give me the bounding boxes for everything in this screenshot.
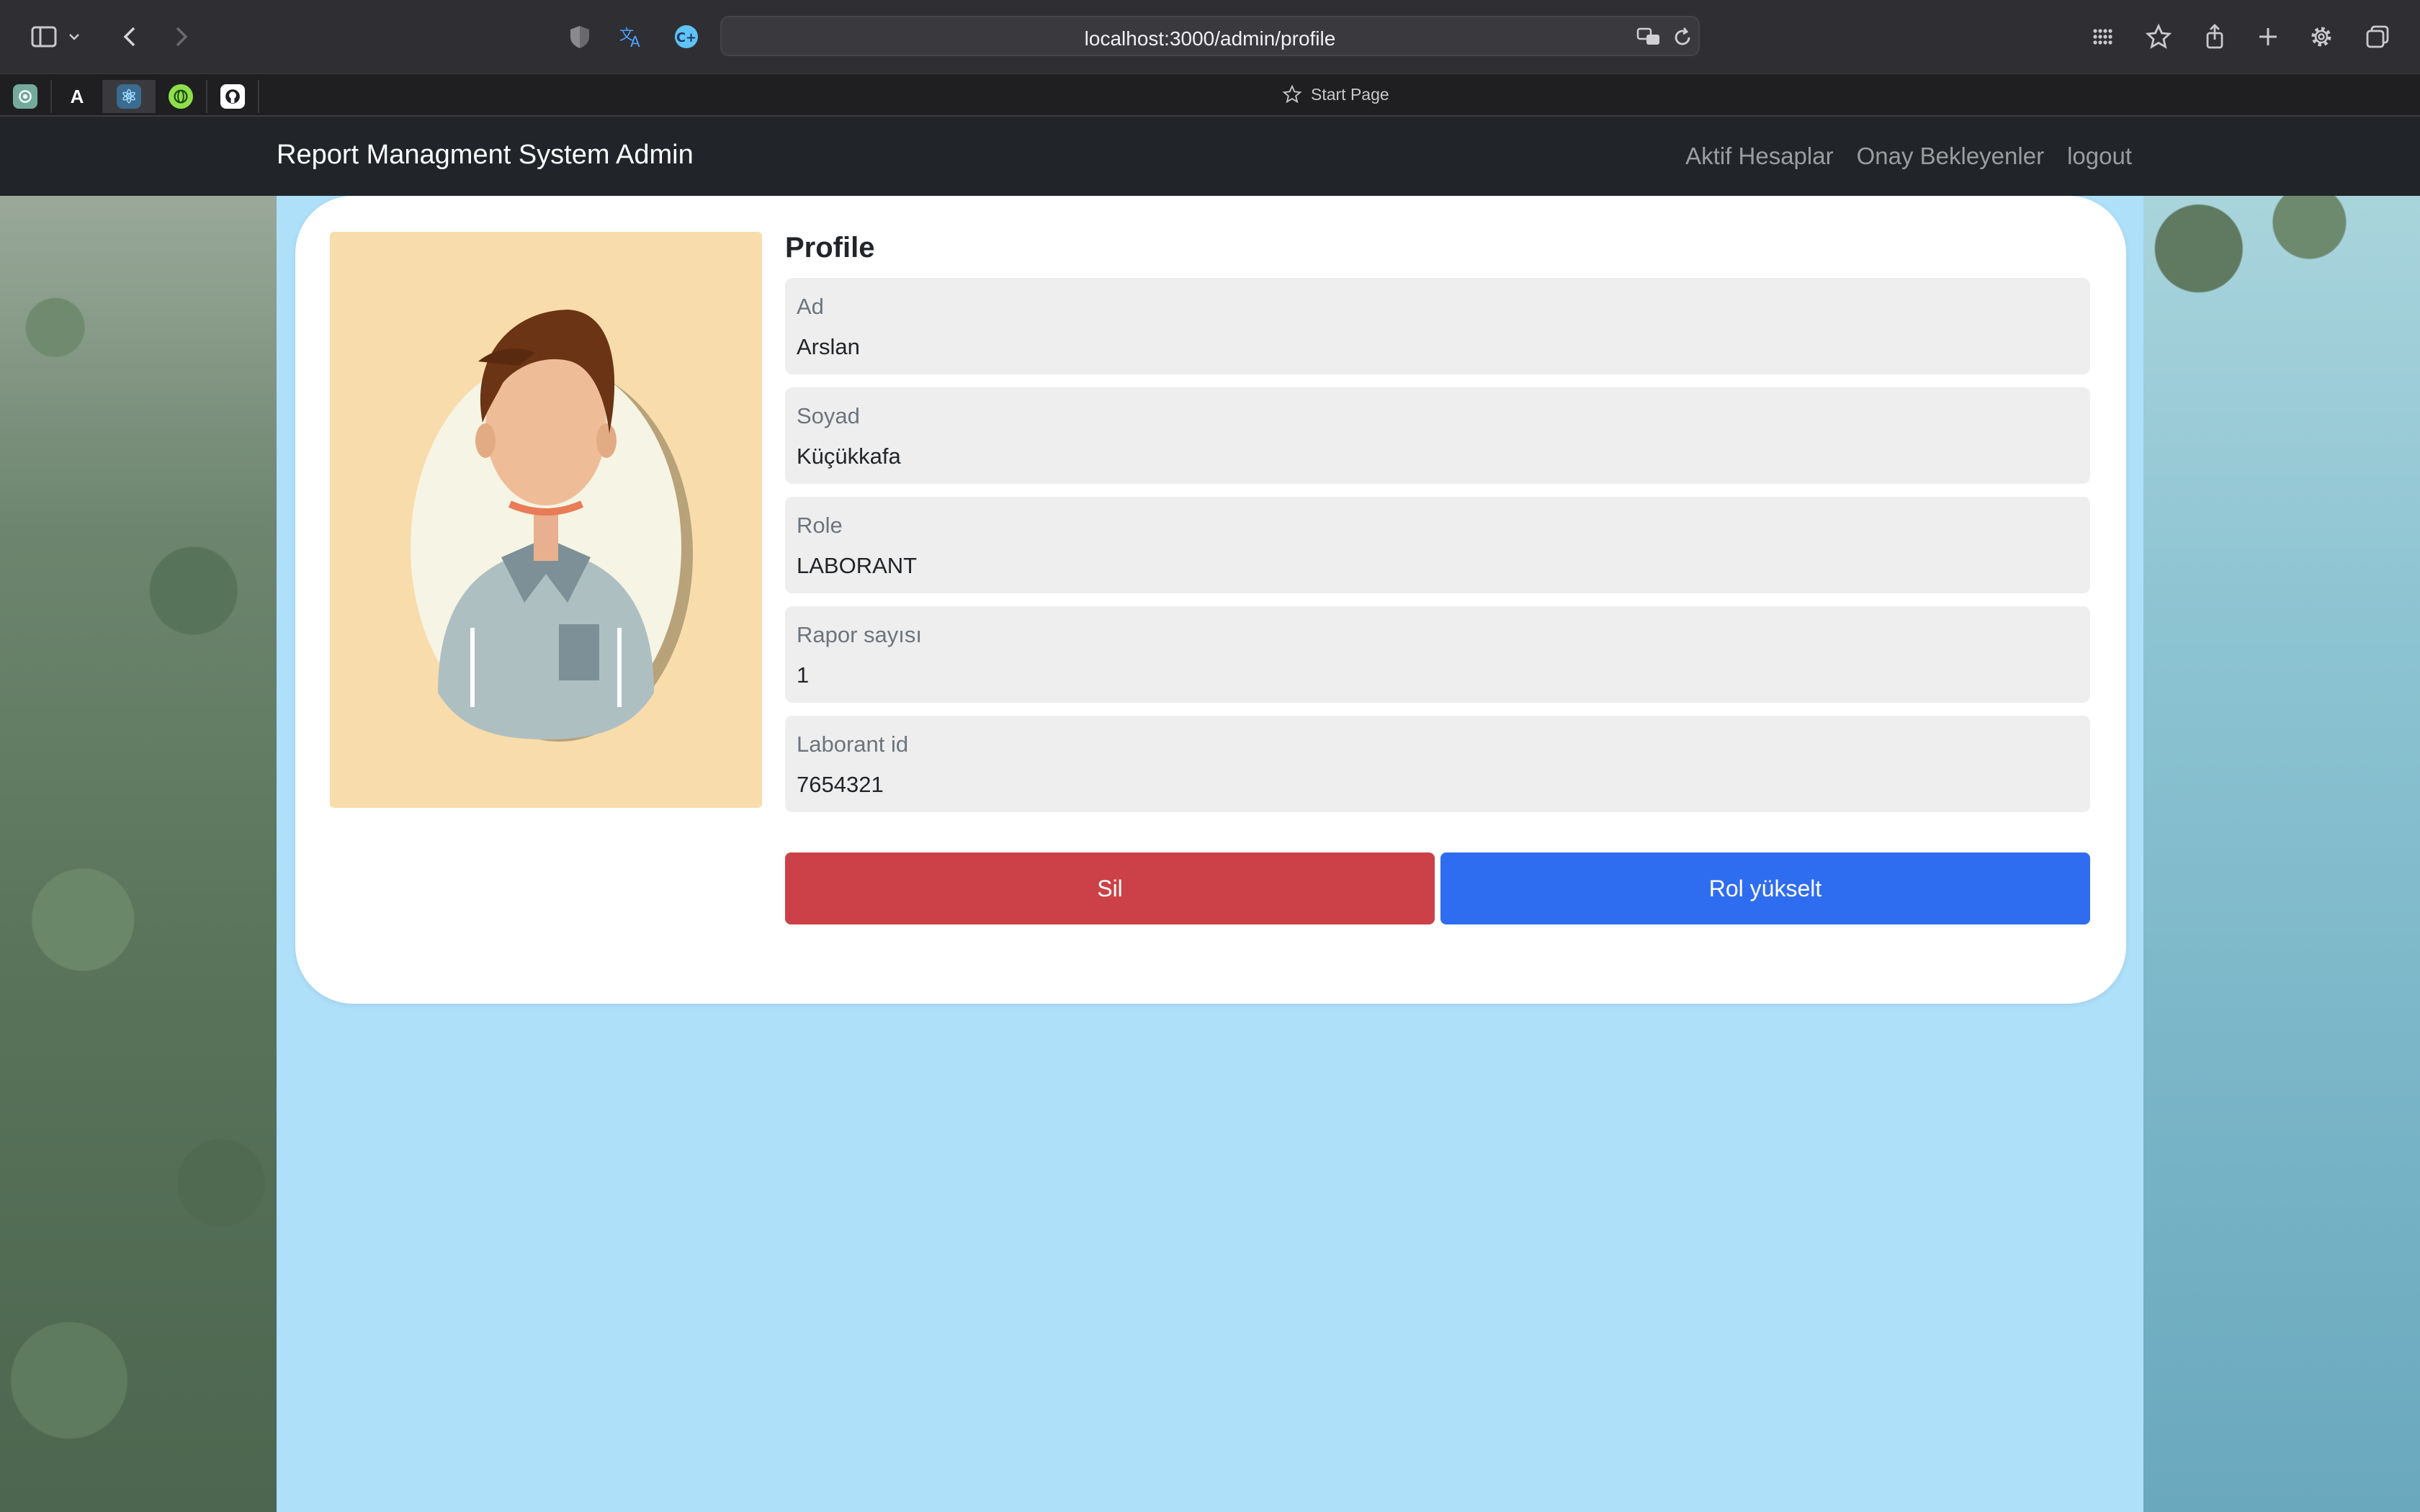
field-report-count: Rapor sayısı 1: [785, 606, 2090, 703]
field-label: Laborant id: [797, 732, 909, 757]
grid-icon[interactable]: [2084, 19, 2120, 55]
field-label: Role: [797, 513, 843, 538]
back-icon[interactable]: [112, 19, 148, 55]
promote-role-button[interactable]: Rol yükselt: [1440, 852, 2090, 924]
svg-text:A: A: [630, 33, 640, 50]
forest-background-image: [0, 196, 277, 1512]
address-bar[interactable]: localhost:3000/admin/profile: [720, 16, 1700, 56]
field-value: 1: [797, 662, 810, 688]
globe-icon: [169, 84, 193, 109]
field-label: Ad: [797, 294, 824, 319]
share-icon[interactable]: [2197, 19, 2233, 55]
favorite-globe[interactable]: [156, 80, 207, 113]
profile-title: Profile: [785, 232, 875, 264]
nav-link-logout[interactable]: logout: [2067, 143, 2132, 170]
site-navbar: Report Managment System Admin Aktif Hesa…: [0, 117, 2420, 196]
font-a-icon: A: [70, 85, 84, 107]
extension-icon[interactable]: C+: [668, 19, 704, 55]
tab-overview-icon[interactable]: [2360, 19, 2396, 55]
profile-avatar: [330, 232, 762, 808]
field-value: 7654321: [797, 772, 884, 797]
field-soyad: Soyad Küçükkafa: [785, 387, 2090, 484]
url-text: localhost:3000/admin/profile: [1084, 27, 1336, 50]
profile-card: Profile Ad Arslan Soyad Küçükkafa Role L…: [295, 196, 2126, 1004]
reload-icon[interactable]: [1670, 24, 1695, 50]
browser-toolbar: 文A C+ localhost:3000/admin/profile: [0, 0, 2420, 73]
react-icon: ⚛: [117, 84, 141, 109]
nav-link-active-accounts[interactable]: Aktif Hesaplar: [1685, 143, 1833, 170]
field-ad: Ad Arslan: [785, 278, 2090, 374]
favorites-bar: A ⚛ Start Page: [0, 73, 2420, 117]
start-page-label: Start Page: [1311, 84, 1389, 104]
start-page-tab[interactable]: Start Page: [1282, 84, 1389, 104]
field-label: Soyad: [797, 403, 860, 428]
favorite-github[interactable]: [207, 80, 259, 113]
field-value: LABORANT: [797, 553, 918, 578]
field-label: Rapor sayısı: [797, 622, 923, 647]
translate-page-icon[interactable]: [1636, 24, 1662, 50]
gear-icon[interactable]: [2303, 19, 2339, 55]
forward-icon[interactable]: [163, 19, 199, 55]
sidebar-toggle-icon[interactable]: [26, 19, 62, 55]
field-value: Arslan: [797, 334, 860, 359]
svg-text:C+: C+: [676, 30, 696, 45]
field-role: Role LABORANT: [785, 497, 2090, 593]
translate-icon[interactable]: 文A: [614, 19, 650, 55]
person-illustration-icon: [411, 310, 693, 742]
github-icon: [220, 84, 245, 109]
water-background-image: [2143, 196, 2420, 1512]
navbar-links: Aktif Hesaplar Onay Bekleyenler logout: [1685, 143, 2132, 170]
chatgpt-icon: [13, 84, 37, 109]
nav-link-pending-approvals[interactable]: Onay Bekleyenler: [1857, 143, 2044, 170]
delete-button[interactable]: Sil: [785, 852, 1435, 924]
favorite-chatgpt[interactable]: [0, 80, 52, 113]
chevron-down-icon[interactable]: [63, 19, 85, 55]
bookmark-star-icon[interactable]: [2141, 19, 2177, 55]
favorite-font[interactable]: A: [52, 80, 104, 113]
new-tab-icon[interactable]: [2250, 19, 2286, 55]
star-icon: [1282, 84, 1302, 104]
navbar-brand[interactable]: Report Managment System Admin: [277, 140, 694, 171]
field-value: Küçükkafa: [797, 444, 901, 469]
field-laborant-id: Laborant id 7654321: [785, 716, 2090, 812]
shield-icon[interactable]: [562, 19, 598, 55]
favorite-react[interactable]: ⚛: [104, 80, 156, 113]
